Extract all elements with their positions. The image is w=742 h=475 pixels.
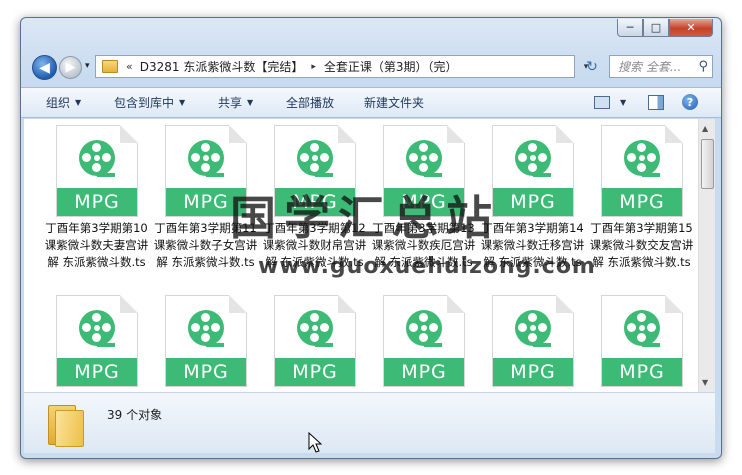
view-icon	[594, 95, 610, 109]
film-reel-icon	[624, 140, 660, 176]
file-item[interactable]: MPG	[589, 295, 694, 392]
video-file-icon: MPG	[601, 295, 683, 387]
film-reel-icon	[79, 140, 115, 176]
file-item[interactable]: MPG	[44, 295, 149, 392]
file-type-badge: MPG	[57, 358, 137, 386]
new-folder-button[interactable]: 新建文件夹	[364, 88, 424, 117]
caption-buttons: ─ □ ✕	[617, 19, 713, 37]
film-reel-icon	[79, 310, 115, 346]
mouse-cursor-icon	[308, 432, 322, 453]
file-item[interactable]: MPG 丁酉年第3学期第15课紫微斗数交友宫讲解 东派紫微斗数.ts	[589, 125, 694, 293]
help-button[interactable]: ?	[682, 94, 698, 110]
watermark-title: 国学汇总站	[230, 191, 500, 245]
organize-menu[interactable]: 组织 ▼	[46, 88, 81, 117]
file-item[interactable]: MPG	[153, 295, 258, 392]
search-icon[interactable]: ⚲	[698, 59, 708, 74]
breadcrumb-item[interactable]: 全套正课（第3期）（完）	[319, 58, 463, 75]
file-item[interactable]: MPG	[480, 295, 585, 392]
film-reel-icon	[188, 310, 224, 346]
file-type-badge: MPG	[602, 358, 682, 386]
new-folder-label: 新建文件夹	[364, 96, 425, 110]
vertical-scrollbar[interactable]: ▲ ▼	[698, 119, 715, 392]
file-name: 丁酉年第3学期第10课紫微斗数夫妻宫讲解 东派紫微斗数.ts	[44, 221, 149, 269]
details-pane: 39 个对象	[24, 392, 715, 453]
chevron-down-icon: ▼	[620, 97, 627, 107]
file-name: 丁酉年第3学期第15课紫微斗数交友宫讲解 东派紫微斗数.ts	[589, 221, 694, 269]
include-in-library-menu[interactable]: 包含到库中 ▼	[114, 88, 185, 117]
film-reel-icon	[515, 140, 551, 176]
share-label: 共享	[218, 96, 243, 110]
chevron-down-icon: ▼	[179, 98, 186, 107]
command-bar: 组织 ▼ 包含到库中 ▼ 共享 ▼ 全部播放 新建文件夹 ▼ ?	[21, 87, 721, 118]
scrollbar-thumb[interactable]	[701, 139, 714, 189]
search-placeholder: 搜索 全套...	[618, 60, 682, 74]
file-type-badge: MPG	[275, 358, 355, 386]
chevron-down-icon: ▼	[247, 98, 254, 107]
file-type-badge: MPG	[602, 188, 682, 216]
file-type-badge: MPG	[493, 358, 573, 386]
video-file-icon: MPG	[492, 125, 574, 217]
film-reel-icon	[297, 310, 333, 346]
film-reel-icon	[515, 310, 551, 346]
breadcrumb-separator-icon[interactable]: ▸	[308, 62, 319, 72]
preview-pane-button[interactable]	[648, 94, 664, 110]
video-file-icon: MPG	[56, 125, 138, 217]
video-file-icon: MPG	[492, 295, 574, 387]
film-reel-icon	[624, 310, 660, 346]
file-item[interactable]: MPG	[262, 295, 367, 392]
play-all-label: 全部播放	[286, 96, 335, 110]
include-library-label: 包含到库中	[114, 96, 175, 110]
chevron-down-icon: ▼	[75, 98, 82, 107]
file-type-badge: MPG	[384, 358, 464, 386]
minimize-button[interactable]: ─	[617, 19, 643, 37]
scroll-down-icon[interactable]: ▼	[702, 378, 708, 387]
folder-icon	[48, 405, 84, 447]
film-reel-icon	[406, 310, 442, 346]
video-file-icon: MPG	[601, 125, 683, 217]
file-item[interactable]: MPG	[371, 295, 476, 392]
address-bar[interactable]: « D3281 东派紫微斗数【完结】 ▸ 全套正课（第3期）（完）	[95, 55, 575, 78]
back-button[interactable]: ◀	[32, 55, 57, 80]
maximize-button[interactable]: □	[643, 19, 669, 37]
close-button[interactable]: ✕	[669, 19, 713, 37]
folder-icon	[102, 60, 118, 73]
scroll-up-icon[interactable]: ▲	[702, 124, 708, 133]
recent-pages-dropdown[interactable]: ▾	[85, 61, 90, 71]
search-input[interactable]: 搜索 全套... ⚲	[609, 55, 713, 78]
film-reel-icon	[188, 140, 224, 176]
item-count: 39 个对象	[107, 408, 163, 422]
address-row: ◀ ▶ ▾ « D3281 东派紫微斗数【完结】 ▸ 全套正课（第3期）（完） …	[21, 54, 721, 84]
history-chevron-icon[interactable]: «	[124, 60, 135, 73]
file-type-badge: MPG	[166, 358, 246, 386]
film-reel-icon	[406, 140, 442, 176]
file-type-badge: MPG	[493, 188, 573, 216]
share-menu[interactable]: 共享 ▼	[218, 88, 253, 117]
forward-button[interactable]: ▶	[59, 56, 82, 79]
video-file-icon: MPG	[274, 295, 356, 387]
breadcrumb-item[interactable]: D3281 东派紫微斗数【完结】	[135, 58, 309, 75]
file-item[interactable]: MPG 丁酉年第3学期第10课紫微斗数夫妻宫讲解 东派紫微斗数.ts	[44, 125, 149, 293]
organize-label: 组织	[46, 96, 71, 110]
film-reel-icon	[297, 140, 333, 176]
play-all-button[interactable]: 全部播放	[286, 88, 334, 117]
video-file-icon: MPG	[56, 295, 138, 387]
preview-pane-icon	[648, 94, 664, 110]
file-type-badge: MPG	[57, 188, 137, 216]
watermark-url: www.guoxuehuizong.com	[258, 254, 596, 279]
help-icon: ?	[682, 94, 698, 110]
refresh-icon[interactable]: ↻	[581, 55, 603, 78]
video-file-icon: MPG	[165, 295, 247, 387]
change-view-button[interactable]: ▼	[594, 94, 626, 110]
video-file-icon: MPG	[383, 295, 465, 387]
